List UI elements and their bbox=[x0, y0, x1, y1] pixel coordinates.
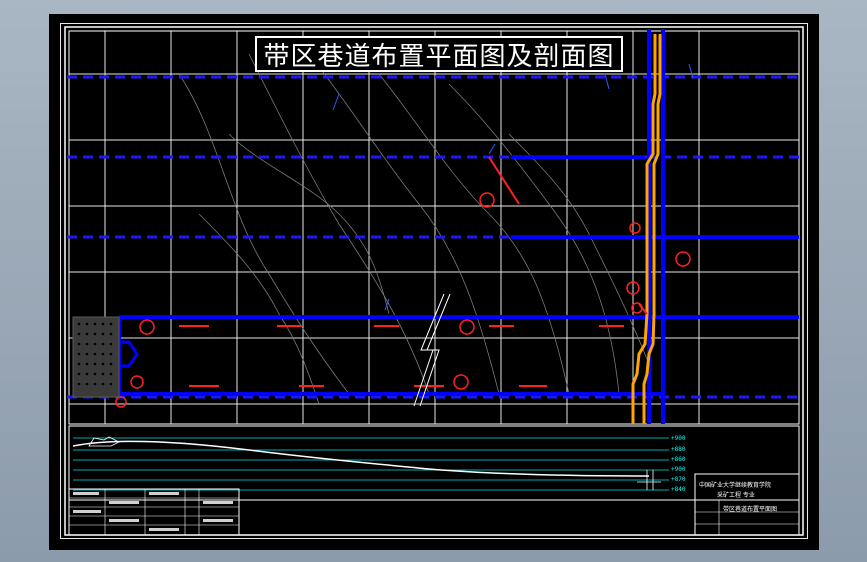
roadways bbox=[117, 29, 799, 424]
valve-symbols bbox=[115, 192, 691, 408]
institution-label: 中国矿业大学继续教育学院 bbox=[699, 482, 772, 489]
elevation-label: +900 bbox=[671, 466, 686, 473]
drawing-title-box: 带区巷道布置平面图及剖面图 bbox=[255, 36, 623, 72]
elevation-label: +870 bbox=[671, 476, 686, 483]
survey-marks bbox=[332, 63, 694, 311]
elevation-label: +860 bbox=[671, 456, 686, 463]
drawing-name-label: 带区巷道布置平面图 bbox=[723, 506, 778, 513]
drawing-sheet: 带区巷道布置平面图及剖面图 +900 +880 +860 +900 +870 +… bbox=[49, 14, 819, 550]
plan-view bbox=[64, 26, 804, 536]
drawing-title: 带区巷道布置平面图及剖面图 bbox=[263, 41, 615, 72]
break-line-symbol bbox=[413, 293, 451, 407]
inner-frame bbox=[64, 26, 804, 536]
coal-pillar-block bbox=[72, 316, 120, 398]
advance-arrow-icon bbox=[121, 340, 139, 368]
elevation-label: +840 bbox=[671, 486, 686, 493]
contour-lines bbox=[178, 53, 650, 405]
elevation-label: +880 bbox=[671, 446, 686, 453]
major-label: 采矿工程 专业 bbox=[717, 492, 755, 499]
main-roadway-orange bbox=[631, 34, 662, 424]
elevation-label: +900 bbox=[671, 435, 686, 442]
ground-profile-line bbox=[72, 440, 650, 477]
